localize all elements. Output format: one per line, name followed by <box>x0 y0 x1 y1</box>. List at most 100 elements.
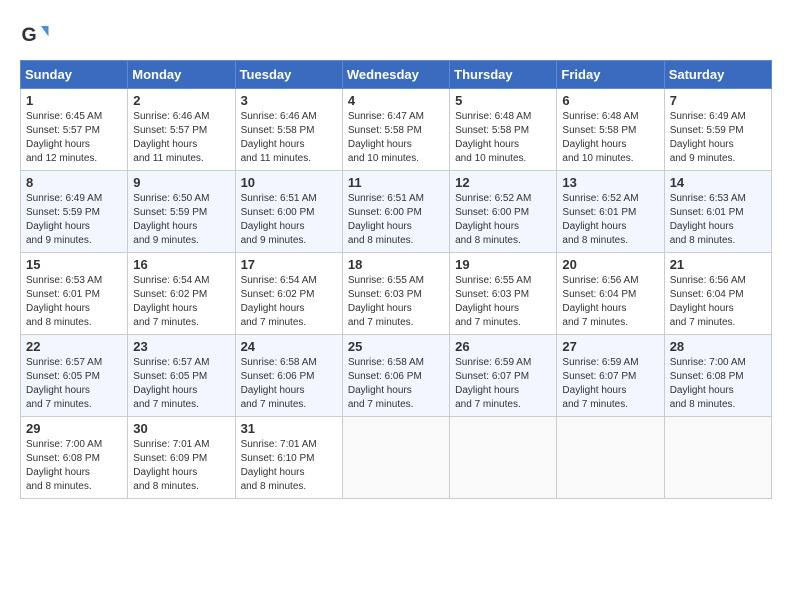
day-info: Sunrise: 6:58 AMSunset: 6:06 PMDaylight … <box>241 357 317 410</box>
day-number: 17 <box>241 257 337 272</box>
calendar-cell: 31 Sunrise: 7:01 AMSunset: 6:10 PMDaylig… <box>235 417 342 499</box>
calendar-cell: 12 Sunrise: 6:52 AMSunset: 6:00 PMDaylig… <box>450 171 557 253</box>
calendar-week-4: 22 Sunrise: 6:57 AMSunset: 6:05 PMDaylig… <box>21 335 772 417</box>
day-number: 30 <box>133 421 229 436</box>
weekday-header-tuesday: Tuesday <box>235 61 342 89</box>
calendar-cell: 8 Sunrise: 6:49 AMSunset: 5:59 PMDayligh… <box>21 171 128 253</box>
calendar-cell <box>342 417 449 499</box>
day-info: Sunrise: 6:54 AMSunset: 6:02 PMDaylight … <box>241 275 317 328</box>
day-number: 20 <box>562 257 658 272</box>
calendar-cell: 2 Sunrise: 6:46 AMSunset: 5:57 PMDayligh… <box>128 89 235 171</box>
day-number: 4 <box>348 93 444 108</box>
weekday-header-thursday: Thursday <box>450 61 557 89</box>
day-info: Sunrise: 6:57 AMSunset: 6:05 PMDaylight … <box>133 357 209 410</box>
day-info: Sunrise: 6:53 AMSunset: 6:01 PMDaylight … <box>670 193 746 246</box>
calendar-week-3: 15 Sunrise: 6:53 AMSunset: 6:01 PMDaylig… <box>21 253 772 335</box>
calendar-cell: 16 Sunrise: 6:54 AMSunset: 6:02 PMDaylig… <box>128 253 235 335</box>
day-number: 19 <box>455 257 551 272</box>
day-number: 18 <box>348 257 444 272</box>
day-number: 24 <box>241 339 337 354</box>
calendar-cell: 18 Sunrise: 6:55 AMSunset: 6:03 PMDaylig… <box>342 253 449 335</box>
day-info: Sunrise: 6:59 AMSunset: 6:07 PMDaylight … <box>455 357 531 410</box>
day-number: 22 <box>26 339 122 354</box>
calendar-cell: 29 Sunrise: 7:00 AMSunset: 6:08 PMDaylig… <box>21 417 128 499</box>
calendar-cell: 15 Sunrise: 6:53 AMSunset: 6:01 PMDaylig… <box>21 253 128 335</box>
calendar-cell: 10 Sunrise: 6:51 AMSunset: 6:00 PMDaylig… <box>235 171 342 253</box>
day-info: Sunrise: 6:51 AMSunset: 6:00 PMDaylight … <box>241 193 317 246</box>
calendar-cell: 23 Sunrise: 6:57 AMSunset: 6:05 PMDaylig… <box>128 335 235 417</box>
day-number: 21 <box>670 257 766 272</box>
calendar-cell: 17 Sunrise: 6:54 AMSunset: 6:02 PMDaylig… <box>235 253 342 335</box>
day-number: 26 <box>455 339 551 354</box>
logo: G <box>20 20 54 50</box>
calendar-cell: 21 Sunrise: 6:56 AMSunset: 6:04 PMDaylig… <box>664 253 771 335</box>
weekday-header-friday: Friday <box>557 61 664 89</box>
day-info: Sunrise: 6:56 AMSunset: 6:04 PMDaylight … <box>670 275 746 328</box>
day-info: Sunrise: 6:46 AMSunset: 5:57 PMDaylight … <box>133 111 209 164</box>
calendar-cell: 26 Sunrise: 6:59 AMSunset: 6:07 PMDaylig… <box>450 335 557 417</box>
day-number: 27 <box>562 339 658 354</box>
day-number: 11 <box>348 175 444 190</box>
day-info: Sunrise: 6:49 AMSunset: 5:59 PMDaylight … <box>670 111 746 164</box>
calendar-cell: 30 Sunrise: 7:01 AMSunset: 6:09 PMDaylig… <box>128 417 235 499</box>
day-info: Sunrise: 6:52 AMSunset: 6:00 PMDaylight … <box>455 193 531 246</box>
day-info: Sunrise: 6:51 AMSunset: 6:00 PMDaylight … <box>348 193 424 246</box>
weekday-header-saturday: Saturday <box>664 61 771 89</box>
day-info: Sunrise: 7:01 AMSunset: 6:09 PMDaylight … <box>133 439 209 492</box>
day-info: Sunrise: 6:45 AMSunset: 5:57 PMDaylight … <box>26 111 102 164</box>
day-info: Sunrise: 6:55 AMSunset: 6:03 PMDaylight … <box>455 275 531 328</box>
day-info: Sunrise: 6:47 AMSunset: 5:58 PMDaylight … <box>348 111 424 164</box>
calendar-cell: 1 Sunrise: 6:45 AMSunset: 5:57 PMDayligh… <box>21 89 128 171</box>
calendar-cell: 5 Sunrise: 6:48 AMSunset: 5:58 PMDayligh… <box>450 89 557 171</box>
day-info: Sunrise: 7:00 AMSunset: 6:08 PMDaylight … <box>26 439 102 492</box>
calendar-cell: 14 Sunrise: 6:53 AMSunset: 6:01 PMDaylig… <box>664 171 771 253</box>
day-number: 15 <box>26 257 122 272</box>
header: G <box>20 20 772 50</box>
day-number: 31 <box>241 421 337 436</box>
calendar-cell <box>557 417 664 499</box>
day-number: 16 <box>133 257 229 272</box>
calendar-cell: 27 Sunrise: 6:59 AMSunset: 6:07 PMDaylig… <box>557 335 664 417</box>
calendar-cell: 20 Sunrise: 6:56 AMSunset: 6:04 PMDaylig… <box>557 253 664 335</box>
day-number: 29 <box>26 421 122 436</box>
calendar-cell: 3 Sunrise: 6:46 AMSunset: 5:58 PMDayligh… <box>235 89 342 171</box>
day-info: Sunrise: 6:56 AMSunset: 6:04 PMDaylight … <box>562 275 638 328</box>
day-number: 14 <box>670 175 766 190</box>
day-number: 10 <box>241 175 337 190</box>
day-number: 2 <box>133 93 229 108</box>
logo-icon: G <box>20 20 50 50</box>
day-info: Sunrise: 7:00 AMSunset: 6:08 PMDaylight … <box>670 357 746 410</box>
calendar-cell: 9 Sunrise: 6:50 AMSunset: 5:59 PMDayligh… <box>128 171 235 253</box>
calendar-cell: 19 Sunrise: 6:55 AMSunset: 6:03 PMDaylig… <box>450 253 557 335</box>
day-info: Sunrise: 6:55 AMSunset: 6:03 PMDaylight … <box>348 275 424 328</box>
day-info: Sunrise: 6:48 AMSunset: 5:58 PMDaylight … <box>562 111 638 164</box>
calendar-cell: 7 Sunrise: 6:49 AMSunset: 5:59 PMDayligh… <box>664 89 771 171</box>
day-info: Sunrise: 6:54 AMSunset: 6:02 PMDaylight … <box>133 275 209 328</box>
calendar-cell: 24 Sunrise: 6:58 AMSunset: 6:06 PMDaylig… <box>235 335 342 417</box>
day-number: 23 <box>133 339 229 354</box>
svg-text:G: G <box>22 24 37 46</box>
calendar-table: SundayMondayTuesdayWednesdayThursdayFrid… <box>20 60 772 499</box>
day-info: Sunrise: 6:58 AMSunset: 6:06 PMDaylight … <box>348 357 424 410</box>
day-info: Sunrise: 6:57 AMSunset: 6:05 PMDaylight … <box>26 357 102 410</box>
calendar-week-2: 8 Sunrise: 6:49 AMSunset: 5:59 PMDayligh… <box>21 171 772 253</box>
calendar-cell <box>450 417 557 499</box>
day-info: Sunrise: 7:01 AMSunset: 6:10 PMDaylight … <box>241 439 317 492</box>
weekday-header-sunday: Sunday <box>21 61 128 89</box>
day-info: Sunrise: 6:53 AMSunset: 6:01 PMDaylight … <box>26 275 102 328</box>
day-number: 12 <box>455 175 551 190</box>
day-info: Sunrise: 6:49 AMSunset: 5:59 PMDaylight … <box>26 193 102 246</box>
weekday-header-wednesday: Wednesday <box>342 61 449 89</box>
calendar-week-1: 1 Sunrise: 6:45 AMSunset: 5:57 PMDayligh… <box>21 89 772 171</box>
calendar-cell <box>664 417 771 499</box>
day-number: 1 <box>26 93 122 108</box>
calendar-cell: 28 Sunrise: 7:00 AMSunset: 6:08 PMDaylig… <box>664 335 771 417</box>
day-info: Sunrise: 6:50 AMSunset: 5:59 PMDaylight … <box>133 193 209 246</box>
day-number: 25 <box>348 339 444 354</box>
day-number: 9 <box>133 175 229 190</box>
day-info: Sunrise: 6:59 AMSunset: 6:07 PMDaylight … <box>562 357 638 410</box>
calendar-cell: 11 Sunrise: 6:51 AMSunset: 6:00 PMDaylig… <box>342 171 449 253</box>
day-number: 28 <box>670 339 766 354</box>
calendar-cell: 25 Sunrise: 6:58 AMSunset: 6:06 PMDaylig… <box>342 335 449 417</box>
day-number: 3 <box>241 93 337 108</box>
